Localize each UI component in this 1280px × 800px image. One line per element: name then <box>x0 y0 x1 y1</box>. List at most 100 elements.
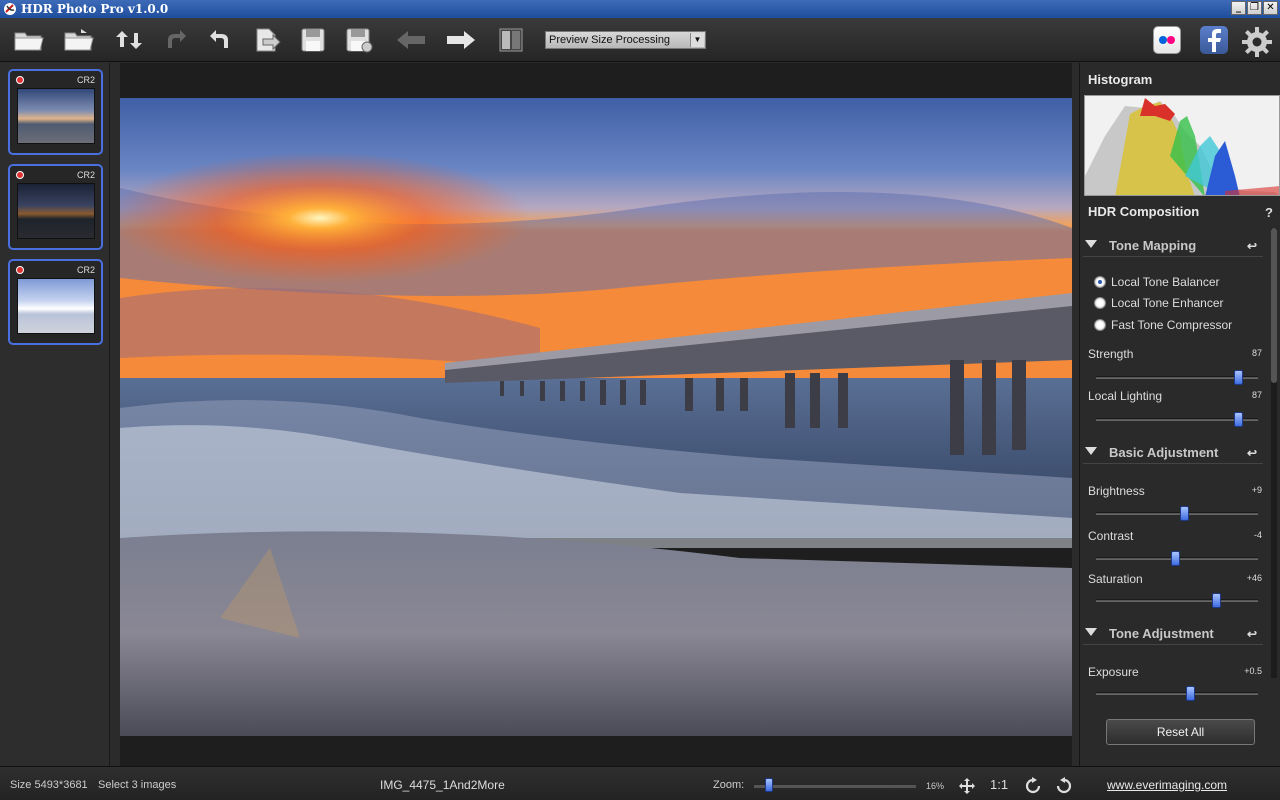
reset-section-icon[interactable]: ↩ <box>1247 239 1257 253</box>
save-as-icon <box>346 28 373 53</box>
local-lighting-slider[interactable] <box>1096 412 1258 427</box>
website-link[interactable]: www.everimaging.com <box>1107 778 1227 792</box>
remove-dot-icon[interactable] <box>16 171 24 179</box>
save-as-button[interactable] <box>342 24 376 56</box>
image-size: Size 5493*3681 <box>10 779 88 791</box>
radio-button[interactable] <box>1094 276 1106 288</box>
thumbnail-strip: CR2 CR2 CR2 <box>0 63 110 766</box>
slider-handle[interactable] <box>1180 506 1189 521</box>
tone-adjustment-title: Tone Adjustment <box>1109 626 1214 641</box>
basic-adjustment-header[interactable]: Basic Adjustment ↩ <box>1083 442 1263 464</box>
brightness-slider[interactable] <box>1096 506 1258 521</box>
redo-icon <box>168 30 186 48</box>
processing-mode-value: Preview Size Processing <box>549 34 671 46</box>
settings-button[interactable] <box>1241 26 1272 57</box>
next-button[interactable] <box>444 24 478 56</box>
slider-handle[interactable] <box>1234 412 1243 427</box>
close-button[interactable]: ✕ <box>1263 1 1278 15</box>
contrast-value: -4 <box>1253 530 1262 540</box>
facebook-icon <box>1208 29 1221 52</box>
radio-label: Fast Tone Compressor <box>1111 318 1233 332</box>
reset-section-icon[interactable]: ↩ <box>1247 627 1257 641</box>
actual-size-button[interactable]: 1:1 <box>990 777 1008 792</box>
thumbnail-1[interactable]: CR2 <box>8 69 103 155</box>
thumbnail-image <box>17 278 95 334</box>
radio-fast-tone-compressor[interactable]: Fast Tone Compressor <box>1094 317 1232 333</box>
reset-section-icon[interactable]: ↩ <box>1247 446 1257 460</box>
brightness-label: Brightness <box>1088 484 1145 498</box>
collapse-triangle-icon <box>1085 628 1097 636</box>
slider-handle[interactable] <box>1186 686 1195 701</box>
radio-label: Local Tone Balancer <box>1111 275 1220 289</box>
image-canvas[interactable] <box>120 63 1072 766</box>
slider-handle[interactable] <box>765 778 773 792</box>
chevron-down-icon: ▼ <box>690 33 704 47</box>
basic-adjustment-title: Basic Adjustment <box>1109 445 1219 460</box>
slider-handle[interactable] <box>1171 551 1180 566</box>
strength-value: 87 <box>1251 348 1262 358</box>
open-file-button[interactable] <box>62 24 96 56</box>
open-folder-button[interactable] <box>12 24 46 56</box>
flickr-button[interactable] <box>1153 26 1181 54</box>
scrollbar-thumb[interactable] <box>1271 228 1277 383</box>
radio-button[interactable] <box>1094 319 1106 331</box>
redo-button[interactable] <box>158 24 192 56</box>
radio-local-tone-balancer[interactable]: Local Tone Balancer <box>1094 274 1220 290</box>
selection-count: Select 3 images <box>98 779 177 791</box>
undo-icon <box>210 30 228 48</box>
previous-button[interactable] <box>394 24 428 56</box>
reset-all-button[interactable]: Reset All <box>1106 719 1255 745</box>
facebook-button[interactable] <box>1200 26 1228 54</box>
thumbnail-3[interactable]: CR2 <box>8 259 103 345</box>
collapse-triangle-icon <box>1085 447 1097 455</box>
tone-adjustment-header[interactable]: Tone Adjustment ↩ <box>1083 623 1263 645</box>
hdr-composition-title: HDR Composition <box>1088 204 1200 219</box>
slider-handle[interactable] <box>1234 370 1243 385</box>
rotate-left-icon[interactable] <box>1055 777 1073 795</box>
refresh-icon <box>116 31 142 49</box>
thumbnail-image <box>17 88 95 144</box>
radio-button[interactable] <box>1094 297 1106 309</box>
strength-slider[interactable] <box>1096 370 1258 385</box>
panel-scrollbar[interactable] <box>1271 228 1277 678</box>
refresh-button[interactable] <box>112 24 146 56</box>
save-button[interactable] <box>296 24 330 56</box>
app-logo-icon <box>4 3 16 15</box>
restore-button[interactable]: ❐ <box>1247 1 1262 15</box>
toolbar: Preview Size Processing ▼ <box>0 18 1280 62</box>
undo-button[interactable] <box>204 24 238 56</box>
saturation-value: +46 <box>1246 573 1262 583</box>
minimize-button[interactable]: _ <box>1231 1 1246 15</box>
histogram-title: Histogram <box>1088 72 1153 87</box>
rotate-right-icon[interactable] <box>1024 777 1042 795</box>
zoom-value: 16% <box>926 781 945 791</box>
save-icon <box>301 28 325 52</box>
export-button[interactable] <box>250 24 284 56</box>
thumbnail-format: CR2 <box>76 170 95 180</box>
local-lighting-label: Local Lighting <box>1088 389 1163 403</box>
fit-to-window-icon[interactable] <box>958 777 976 795</box>
slider-handle[interactable] <box>1212 593 1221 608</box>
help-icon[interactable]: ? <box>1265 205 1273 220</box>
tone-mapping-header[interactable]: Tone Mapping ↩ <box>1083 235 1263 257</box>
contrast-slider[interactable] <box>1096 551 1258 566</box>
file-name: IMG_4475_1And2More <box>380 778 505 792</box>
compare-button[interactable] <box>494 24 528 56</box>
zoom-slider[interactable] <box>754 778 916 792</box>
processing-mode-select[interactable]: Preview Size Processing ▼ <box>545 31 706 49</box>
open-folder-icon <box>14 32 44 51</box>
histogram-graph <box>1085 96 1279 195</box>
radio-local-tone-enhancer[interactable]: Local Tone Enhancer <box>1094 295 1224 311</box>
saturation-slider[interactable] <box>1096 593 1258 608</box>
remove-dot-icon[interactable] <box>16 76 24 84</box>
status-bar: Size 5493*3681 Select 3 images IMG_4475_… <box>0 766 1280 800</box>
thumbnail-2[interactable]: CR2 <box>8 164 103 250</box>
compare-icon <box>499 28 523 52</box>
brightness-value: +9 <box>1251 485 1262 495</box>
thumbnail-format: CR2 <box>76 265 95 275</box>
open-file-icon <box>64 29 94 51</box>
remove-dot-icon[interactable] <box>16 266 24 274</box>
title-bar: HDR Photo Pro v1.0.0 _ ❐ ✕ <box>0 0 1280 18</box>
local-lighting-value: 87 <box>1251 390 1262 400</box>
exposure-slider[interactable] <box>1096 686 1258 701</box>
